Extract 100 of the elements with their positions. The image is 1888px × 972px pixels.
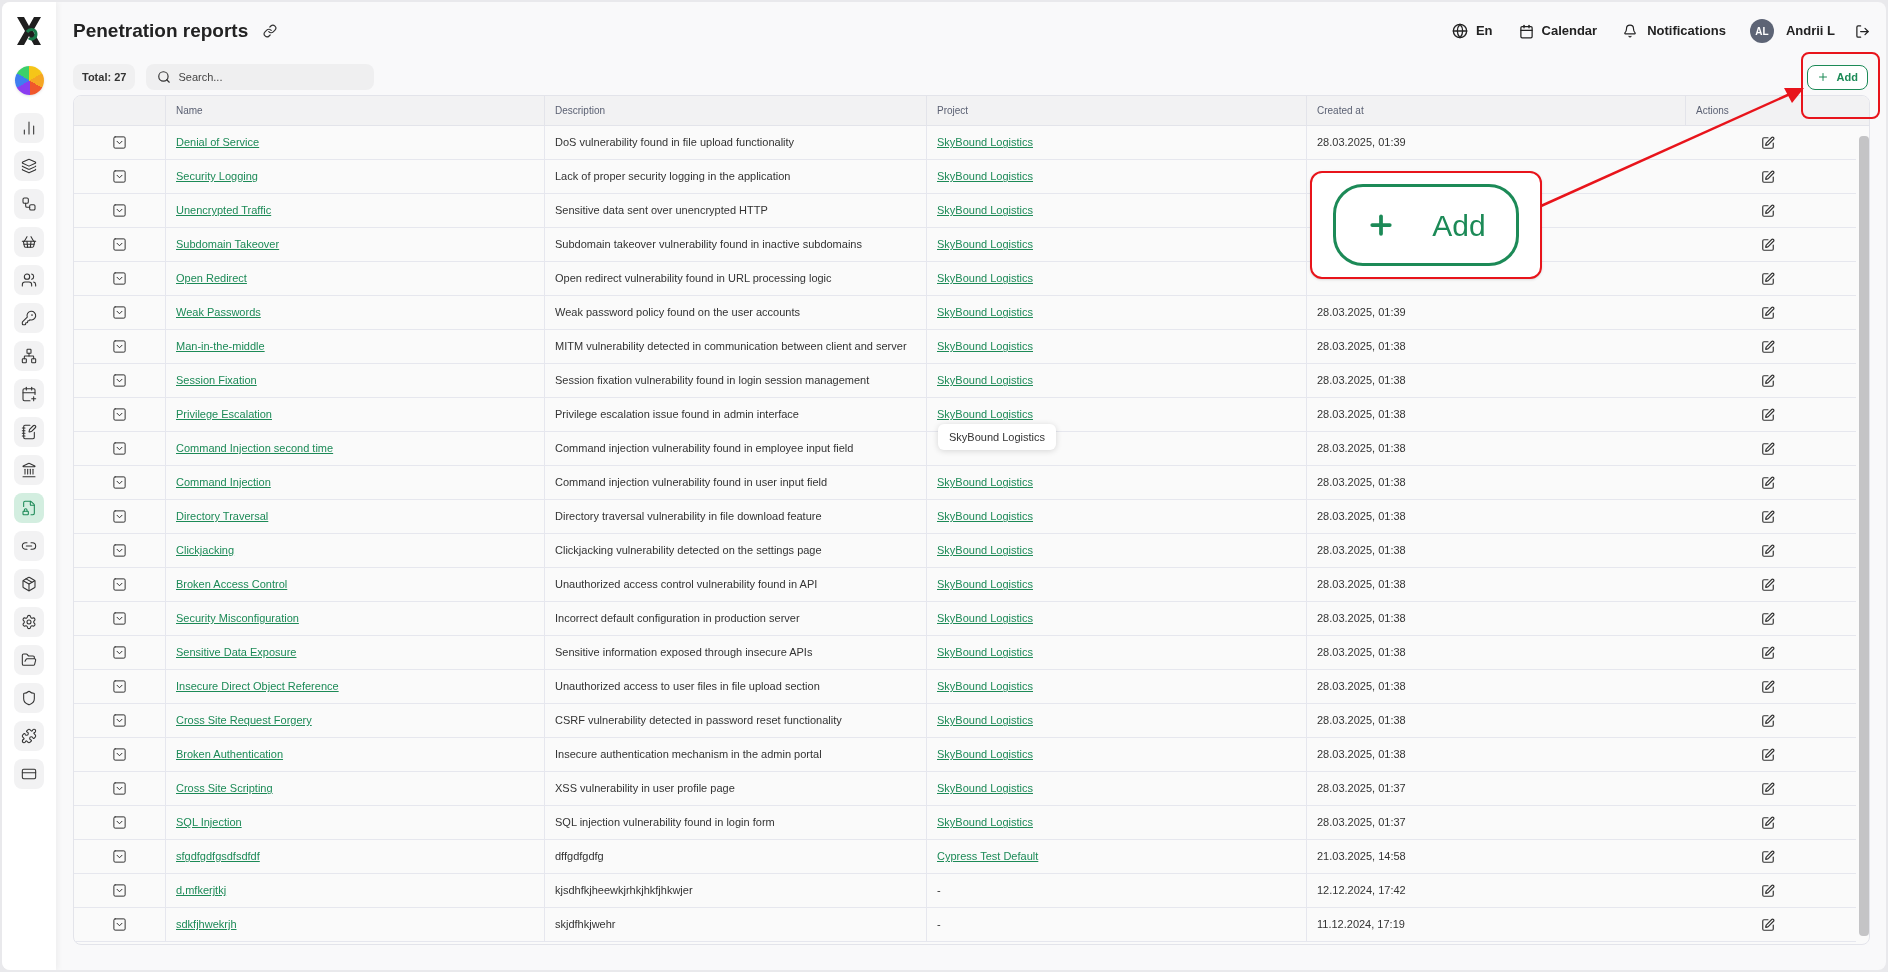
- report-link[interactable]: Privilege Escalation: [176, 406, 272, 423]
- expand-icon[interactable]: [112, 475, 127, 490]
- report-link[interactable]: Denial of Service: [176, 134, 260, 151]
- link-icon[interactable]: [263, 24, 278, 38]
- sidebar-item[interactable]: [14, 607, 44, 637]
- project-link[interactable]: SkyBound Logistics: [937, 610, 1033, 627]
- edit-icon[interactable]: [1761, 271, 1775, 286]
- project-link[interactable]: SkyBound Logistics: [937, 542, 1033, 559]
- sidebar-item[interactable]: [14, 455, 44, 485]
- expand-icon[interactable]: [112, 917, 127, 932]
- project-link[interactable]: Cypress Test Default: [937, 848, 1039, 865]
- report-link[interactable]: Weak Passwords: [176, 304, 261, 321]
- edit-icon[interactable]: [1761, 883, 1775, 898]
- report-link[interactable]: Clickjacking: [176, 542, 235, 559]
- report-link[interactable]: Man-in-the-middle: [176, 338, 265, 355]
- project-link[interactable]: SkyBound Logistics: [937, 576, 1033, 593]
- expand-icon[interactable]: [112, 271, 127, 286]
- notifications-button[interactable]: Notifications: [1623, 21, 1726, 41]
- add-button[interactable]: Add: [1806, 64, 1868, 90]
- search-field[interactable]: Search...: [146, 64, 375, 90]
- sidebar-item[interactable]: [14, 531, 44, 561]
- expand-icon[interactable]: [112, 169, 127, 184]
- edit-icon[interactable]: [1761, 611, 1775, 626]
- edit-icon[interactable]: [1761, 577, 1775, 592]
- expand-icon[interactable]: [112, 815, 127, 830]
- scrollbar[interactable]: [1859, 136, 1869, 936]
- sidebar-item[interactable]: [14, 341, 44, 371]
- sidebar-item[interactable]: [14, 645, 44, 675]
- sidebar-item[interactable]: [14, 417, 44, 447]
- project-link[interactable]: SkyBound Logistics: [937, 474, 1033, 491]
- report-link[interactable]: sdkfjhwekrjh: [176, 916, 237, 933]
- sidebar-item[interactable]: [14, 227, 44, 257]
- edit-icon[interactable]: [1761, 441, 1775, 456]
- expand-icon[interactable]: [112, 339, 127, 354]
- expand-icon[interactable]: [112, 747, 127, 762]
- report-link[interactable]: Session Fixation: [176, 372, 257, 389]
- edit-icon[interactable]: [1761, 169, 1775, 184]
- calendar-button[interactable]: Calendar: [1518, 21, 1598, 41]
- project-link[interactable]: SkyBound Logistics: [937, 270, 1033, 287]
- logout-icon[interactable]: [1855, 23, 1870, 39]
- edit-icon[interactable]: [1761, 781, 1775, 796]
- report-link[interactable]: Sensitive Data Exposure: [176, 644, 297, 661]
- report-link[interactable]: Command Injection second time: [176, 440, 334, 457]
- sidebar-item[interactable]: [14, 265, 44, 295]
- project-link[interactable]: SkyBound Logistics: [937, 644, 1033, 661]
- edit-icon[interactable]: [1761, 305, 1775, 320]
- report-link[interactable]: Open Redirect: [176, 270, 247, 287]
- project-link[interactable]: SkyBound Logistics: [937, 406, 1033, 423]
- edit-icon[interactable]: [1761, 917, 1775, 932]
- project-link[interactable]: SkyBound Logistics: [937, 372, 1033, 389]
- edit-icon[interactable]: [1761, 135, 1775, 150]
- expand-icon[interactable]: [112, 407, 127, 422]
- project-link[interactable]: SkyBound Logistics: [937, 134, 1033, 151]
- edit-icon[interactable]: [1761, 203, 1775, 218]
- color-wheel-icon[interactable]: [14, 66, 44, 95]
- edit-icon[interactable]: [1761, 815, 1775, 830]
- report-link[interactable]: Insecure Direct Object Reference: [176, 678, 339, 695]
- language-button[interactable]: En: [1451, 21, 1493, 41]
- sidebar-item[interactable]: [14, 303, 44, 333]
- report-link[interactable]: sfgdfgdfgsdfsdfdf: [176, 848, 260, 865]
- report-link[interactable]: Broken Authentication: [176, 746, 284, 763]
- sidebar-item[interactable]: [14, 683, 44, 713]
- edit-icon[interactable]: [1761, 509, 1775, 524]
- project-link[interactable]: SkyBound Logistics: [937, 236, 1033, 253]
- expand-icon[interactable]: [112, 577, 127, 592]
- avatar[interactable]: AL: [1749, 19, 1774, 43]
- report-link[interactable]: Broken Access Control: [176, 576, 288, 593]
- project-link[interactable]: SkyBound Logistics: [937, 202, 1033, 219]
- expand-icon[interactable]: [112, 441, 127, 456]
- sidebar-item[interactable]: [14, 379, 44, 409]
- report-link[interactable]: Unencrypted Traffic: [176, 202, 272, 219]
- edit-icon[interactable]: [1761, 237, 1775, 252]
- expand-icon[interactable]: [112, 543, 127, 558]
- sidebar-item[interactable]: [14, 721, 44, 751]
- expand-icon[interactable]: [112, 135, 127, 150]
- report-link[interactable]: SQL Injection: [176, 814, 242, 831]
- project-link[interactable]: SkyBound Logistics: [937, 746, 1033, 763]
- report-link[interactable]: Directory Traversal: [176, 508, 269, 525]
- expand-icon[interactable]: [112, 305, 127, 320]
- expand-icon[interactable]: [112, 849, 127, 864]
- expand-icon[interactable]: [112, 645, 127, 660]
- expand-icon[interactable]: [112, 373, 127, 388]
- edit-icon[interactable]: [1761, 407, 1775, 422]
- report-link[interactable]: Security Logging: [176, 168, 258, 185]
- expand-icon[interactable]: [112, 781, 127, 796]
- edit-icon[interactable]: [1761, 373, 1775, 388]
- edit-icon[interactable]: [1761, 339, 1775, 354]
- edit-icon[interactable]: [1761, 679, 1775, 694]
- edit-icon[interactable]: [1761, 747, 1775, 762]
- expand-icon[interactable]: [112, 679, 127, 694]
- expand-icon[interactable]: [112, 509, 127, 524]
- project-link[interactable]: SkyBound Logistics: [937, 338, 1033, 355]
- project-link[interactable]: SkyBound Logistics: [937, 780, 1033, 797]
- report-link[interactable]: Subdomain Takeover: [176, 236, 280, 253]
- expand-icon[interactable]: [112, 203, 127, 218]
- expand-icon[interactable]: [112, 237, 127, 252]
- edit-icon[interactable]: [1761, 645, 1775, 660]
- project-link[interactable]: SkyBound Logistics: [937, 814, 1033, 831]
- sidebar-item[interactable]: [14, 189, 44, 219]
- expand-icon[interactable]: [112, 883, 127, 898]
